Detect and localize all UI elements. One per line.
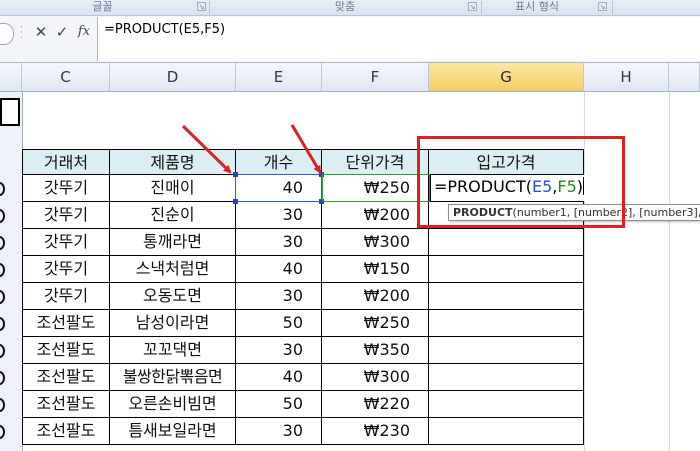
vendor-cell[interactable]: 조선팔도 xyxy=(22,391,110,418)
product-cell[interactable]: 진순이 xyxy=(110,202,236,229)
header-product[interactable]: 제품명 xyxy=(110,149,236,175)
ribbon-group-number-format[interactable]: 표시 형식 xyxy=(482,0,592,15)
formula-text: =PRODUCT(E5,F5) xyxy=(104,22,226,37)
price-cell[interactable]: ₩250 xyxy=(322,310,429,337)
column-headers: C D E F G H xyxy=(0,63,700,92)
ribbon-group-font[interactable]: 글꼴 xyxy=(0,0,205,15)
cancel-formula-icon[interactable]: ✕ xyxy=(32,21,50,43)
header-unit-price[interactable]: 단위가격 xyxy=(322,149,429,175)
stock-price-cell[interactable] xyxy=(429,364,584,391)
vendor-cell[interactable]: 조선팔도 xyxy=(22,364,110,391)
stock-price-cell[interactable] xyxy=(429,337,584,364)
header-quantity[interactable]: 개수 xyxy=(236,149,322,175)
excel-window: 글꼴 ↘ 맞춤 ↘ 표시 형식 ↘ · · · ✕ ✓ fx =PRODUCT(E5… xyxy=(0,0,700,451)
quantity-cell[interactable]: 30 xyxy=(236,418,322,445)
vendor-cell[interactable]: 조선팔도 xyxy=(22,337,110,364)
table-row: 조선팔도 틈새보일라면 30 ₩230 xyxy=(0,418,700,445)
stock-price-cell[interactable] xyxy=(429,283,584,310)
column-header-c[interactable]: C xyxy=(22,63,110,91)
row-header-corner[interactable] xyxy=(0,63,22,91)
column-header-f[interactable]: F xyxy=(322,63,429,91)
name-box-dropdown[interactable] xyxy=(0,23,14,45)
active-cell-fragment[interactable] xyxy=(0,98,20,126)
quantity-cell[interactable]: 30 xyxy=(236,229,322,256)
quantity-cell[interactable]: 40 xyxy=(236,364,322,391)
column-header-i[interactable] xyxy=(669,63,700,91)
price-cell[interactable]: ₩200 xyxy=(322,283,429,310)
product-cell[interactable]: 오른손비빔면 xyxy=(110,391,236,418)
column-header-h[interactable]: H xyxy=(584,63,669,91)
product-cell[interactable]: 오동도면 xyxy=(110,283,236,310)
product-cell[interactable]: 불쌍한닭뽂음면 xyxy=(110,364,236,391)
ribbon-group-labels: 글꼴 ↘ 맞춤 ↘ 표시 형식 ↘ xyxy=(0,0,700,16)
table-row: 갓뚜기 오동도면 30 ₩200 xyxy=(0,283,700,310)
price-cell[interactable]: ₩230 xyxy=(322,418,429,445)
column-header-g[interactable]: G xyxy=(429,63,584,91)
product-cell[interactable]: 스낵처럼면 xyxy=(110,256,236,283)
product-cell[interactable]: 진매이 xyxy=(110,175,236,202)
stock-price-cell[interactable] xyxy=(429,256,584,283)
price-cell[interactable]: ₩220 xyxy=(322,391,429,418)
quantity-cell[interactable]: 50 xyxy=(236,391,322,418)
price-cell[interactable]: ₩150 xyxy=(322,256,429,283)
reference-highlight-f5 xyxy=(322,174,430,202)
enter-formula-icon[interactable]: ✓ xyxy=(53,21,71,43)
vendor-cell[interactable]: 갓뚜기 xyxy=(22,202,110,229)
column-header-e[interactable]: E xyxy=(236,63,322,91)
alignment-dialog-launcher-icon[interactable]: ↘ xyxy=(468,2,477,11)
quantity-cell[interactable]: 30 xyxy=(236,337,322,364)
insert-function-icon[interactable]: fx xyxy=(75,21,93,43)
vendor-cell[interactable]: 갓뚜기 xyxy=(22,283,110,310)
stock-price-cell[interactable] xyxy=(429,418,584,445)
font-dialog-launcher-icon[interactable]: ↘ xyxy=(197,2,206,11)
table-row: 갓뚜기 통깨라면 30 ₩300 xyxy=(0,229,700,256)
product-cell[interactable]: 남성이라면 xyxy=(110,310,236,337)
formula-bar-grip-icon[interactable]: · · · xyxy=(20,24,24,43)
reference-highlight-e5 xyxy=(235,174,322,202)
formula-bar: · · · ✕ ✓ fx =PRODUCT(E5,F5) xyxy=(0,16,700,63)
stock-price-cell[interactable] xyxy=(429,310,584,337)
ribbon-group-alignment[interactable]: 맞춤 xyxy=(210,0,480,15)
vendor-cell[interactable]: 조선팔도 xyxy=(22,310,110,337)
price-cell[interactable]: ₩300 xyxy=(322,229,429,256)
vendor-cell[interactable]: 갓뚜기 xyxy=(22,256,110,283)
price-cell[interactable]: ₩350 xyxy=(322,337,429,364)
quantity-cell[interactable]: 30 xyxy=(236,283,322,310)
table-row: 조선팔도 오른손비빔면 50 ₩220 xyxy=(0,391,700,418)
column-header-d[interactable]: D xyxy=(110,63,236,91)
quantity-cell[interactable]: 50 xyxy=(236,310,322,337)
annotation-highlight-box xyxy=(417,136,625,228)
formula-input[interactable]: =PRODUCT(E5,F5) xyxy=(97,17,700,61)
product-cell[interactable]: 통깨라면 xyxy=(110,229,236,256)
price-cell[interactable]: ₩200 xyxy=(322,202,429,229)
table-row: 갓뚜기 스낵처럼면 40 ₩150 xyxy=(0,256,700,283)
table-row: 조선팔도 꼬꼬댁면 30 ₩350 xyxy=(0,337,700,364)
header-vendor[interactable]: 거래처 xyxy=(22,149,110,175)
number-format-dialog-launcher-icon[interactable]: ↘ xyxy=(598,2,607,11)
price-cell[interactable]: ₩300 xyxy=(322,364,429,391)
stock-price-cell[interactable] xyxy=(429,229,584,256)
product-cell[interactable]: 틈새보일라면 xyxy=(110,418,236,445)
resize-handle[interactable] xyxy=(233,199,238,204)
table-row: 조선팔도 불쌍한닭뽂음면 40 ₩300 xyxy=(0,364,700,391)
vendor-cell[interactable]: 조선팔도 xyxy=(22,418,110,445)
stock-price-cell[interactable] xyxy=(429,391,584,418)
table-row: 조선팔도 남성이라면 50 ₩250 xyxy=(0,310,700,337)
quantity-cell[interactable]: 40 xyxy=(236,256,322,283)
grid-row-blank xyxy=(0,92,700,126)
vendor-cell[interactable]: 갓뚜기 xyxy=(22,229,110,256)
quantity-cell[interactable]: 30 xyxy=(236,202,322,229)
resize-handle[interactable] xyxy=(233,172,238,177)
product-cell[interactable]: 꼬꼬댁면 xyxy=(110,337,236,364)
vendor-cell[interactable]: 갓뚜기 xyxy=(22,175,110,202)
